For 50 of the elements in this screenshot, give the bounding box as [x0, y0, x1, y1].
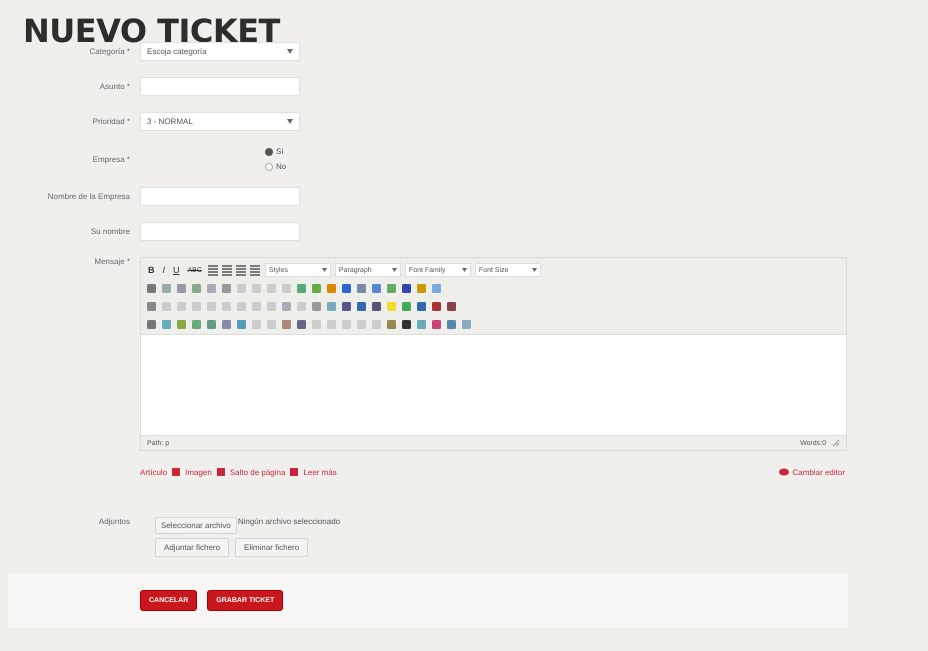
- editor-link[interactable]: Artículo: [140, 468, 168, 476]
- field-label: Categoría *: [88, 47, 131, 56]
- input-field[interactable]: [140, 187, 300, 206]
- input-field[interactable]: [140, 222, 300, 241]
- format-button[interactable]: I: [160, 265, 168, 275]
- format-button[interactable]: U: [170, 265, 183, 275]
- toolbar-icon[interactable]: [400, 318, 413, 330]
- caret-icon: [287, 119, 293, 124]
- input-field[interactable]: [140, 77, 300, 96]
- field-label: Nombre de la Empresa: [46, 192, 131, 201]
- align-icon[interactable]: [248, 264, 261, 276]
- caret-icon: [322, 268, 327, 272]
- caret-icon: [287, 49, 293, 54]
- radio-label: No: [276, 162, 286, 171]
- radio-button[interactable]: [265, 162, 273, 170]
- field-label: Adjuntos: [98, 517, 131, 526]
- format-button[interactable]: B: [145, 265, 158, 275]
- toolbar-icon[interactable]: [355, 300, 368, 312]
- editor-link[interactable]: Imagen: [185, 468, 212, 476]
- toolbar-icon[interactable]: [445, 300, 458, 312]
- caret-icon: [532, 268, 537, 272]
- toolbar-icon[interactable]: [400, 282, 413, 294]
- align-icon[interactable]: [234, 264, 247, 276]
- field-label: Empresa *: [92, 154, 131, 164]
- caret-icon: [462, 268, 467, 272]
- caret-icon: [392, 268, 397, 272]
- toolbar-icon[interactable]: [430, 300, 443, 312]
- radio-label: Sí: [276, 147, 284, 156]
- toolbar-icon[interactable]: [370, 300, 383, 312]
- toolbar-icon[interactable]: [340, 282, 353, 294]
- field-label: Mensaje *: [93, 257, 131, 266]
- radio-button[interactable]: [265, 148, 273, 156]
- toggle-editor-link[interactable]: Cambiar editor: [792, 468, 845, 476]
- field-label: Asunto *: [98, 82, 131, 91]
- select-field[interactable]: 3 - NORMAL: [140, 112, 300, 131]
- attachment-button[interactable]: Eliminar fichero: [235, 538, 308, 557]
- toolbar-icon[interactable]: [340, 300, 353, 312]
- align-icon[interactable]: [220, 264, 233, 276]
- toolbar-icon[interactable]: [295, 318, 308, 330]
- toolbar-icon[interactable]: [415, 300, 428, 312]
- resize-handle-icon[interactable]: [832, 439, 840, 447]
- field-label: Su nombre: [90, 227, 131, 236]
- editor-link[interactable]: Leer más: [303, 468, 337, 476]
- field-label: Prioridad *: [92, 117, 131, 126]
- file-status: Ningún archivo seleccionado: [238, 517, 340, 526]
- editor-link[interactable]: Salto de página: [230, 468, 286, 476]
- select-field[interactable]: Escoja categoría: [140, 42, 300, 61]
- attachment-button[interactable]: Adjuntar fichero: [155, 538, 230, 557]
- choose-file-button[interactable]: Seleccionar archivo: [155, 517, 237, 534]
- align-icon[interactable]: [206, 264, 219, 276]
